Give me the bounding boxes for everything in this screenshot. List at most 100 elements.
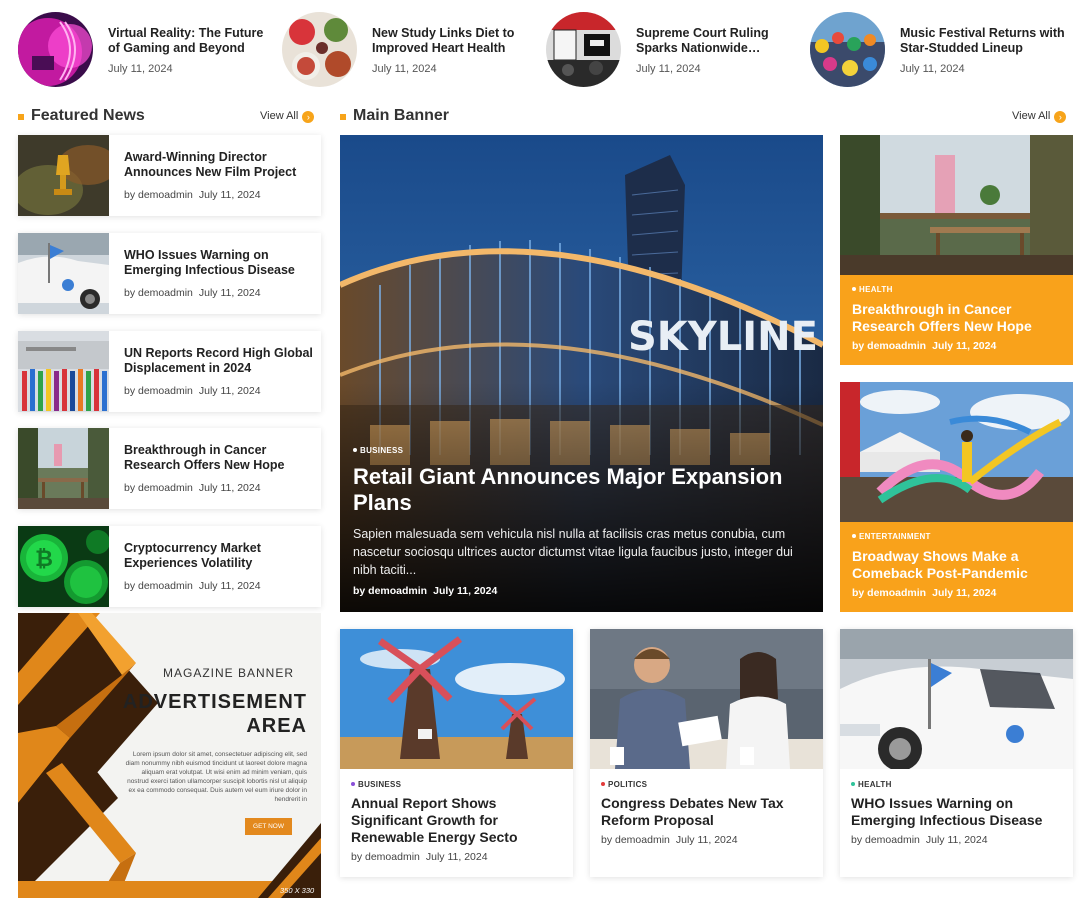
ticker-thumb-food[interactable]	[282, 12, 357, 87]
ticker-item[interactable]: New Study Links Diet to Improved Heart H…	[282, 12, 532, 88]
author[interactable]: by demoadmin	[124, 580, 193, 592]
featured-item[interactable]: UN Reports Record High Global Displaceme…	[18, 331, 321, 412]
section-title: Main Banner	[353, 107, 450, 124]
ticker-title[interactable]: New Study Links Diet to Improved Heart H…	[372, 26, 537, 56]
featured-thumb[interactable]	[18, 428, 109, 509]
news-card[interactable]: HEALTH WHO Issues Warning on Emerging In…	[840, 629, 1073, 877]
advertisement-banner[interactable]: MAGAZINE BANNER ADVERTISEMENT AREA Lorem…	[18, 613, 321, 898]
category-dot-icon	[852, 287, 856, 291]
category-label[interactable]: POLITICS	[608, 780, 647, 789]
featured-meta: by demoadmin July 11, 2024	[124, 580, 261, 592]
author[interactable]: by demoadmin	[124, 385, 193, 397]
side-card-title[interactable]: Breakthrough in Cancer Research Offers N…	[852, 301, 1064, 335]
featured-news-header: Featured News	[18, 106, 218, 128]
news-card-meta: by demoadmin July 11, 2024	[601, 834, 738, 846]
category-label[interactable]: HEALTH	[858, 780, 892, 789]
side-card-image[interactable]	[840, 135, 1073, 275]
ticker-thumb-vr[interactable]	[18, 12, 93, 87]
skyline-sign-text: SKYLINE PL	[628, 314, 823, 360]
category-dot-icon	[601, 782, 605, 786]
ticker-item[interactable]: Virtual Reality: The Future of Gaming an…	[18, 12, 268, 88]
ticker-thumb-festival[interactable]	[810, 12, 885, 87]
news-card-image[interactable]	[340, 629, 573, 769]
main-banner-card[interactable]: SKYLINE PL BUSINESS Retail Giant Announc…	[340, 135, 823, 612]
featured-title[interactable]: UN Reports Record High Global Displaceme…	[124, 346, 314, 376]
author[interactable]: by demoadmin	[124, 189, 193, 201]
featured-title[interactable]: Award-Winning Director Announces New Fil…	[124, 150, 314, 180]
date: July 11, 2024	[932, 340, 997, 352]
side-card-image[interactable]	[840, 382, 1073, 522]
author[interactable]: by demoadmin	[601, 834, 670, 846]
category-label[interactable]: BUSINESS	[358, 780, 401, 789]
category-label[interactable]: ENTERTAINMENT	[859, 532, 931, 541]
ticker-item[interactable]: Supreme Court Ruling Sparks Nationwide… …	[546, 12, 796, 88]
view-all-label[interactable]: View All	[1012, 110, 1050, 122]
category-tag[interactable]: ENTERTAINMENT	[852, 532, 931, 541]
date: July 11, 2024	[675, 834, 738, 846]
news-card[interactable]: BUSINESS Annual Report Shows Significant…	[340, 629, 573, 877]
date: July 11, 2024	[198, 580, 261, 592]
news-card[interactable]: POLITICS Congress Debates New Tax Reform…	[590, 629, 823, 877]
date: July 11, 2024	[425, 851, 488, 863]
category-tag[interactable]: HEALTH	[851, 780, 892, 789]
news-card-title[interactable]: Annual Report Shows Significant Growth f…	[351, 795, 566, 846]
featured-title[interactable]: WHO Issues Warning on Emerging Infectiou…	[124, 248, 314, 278]
ad-get-now-button[interactable]: GET NOW	[245, 818, 292, 835]
featured-thumb[interactable]	[18, 331, 109, 412]
featured-item[interactable]: ₿ Cryptocurrency Market Experiences Vola…	[18, 526, 321, 607]
side-card-title[interactable]: Broadway Shows Make a Comeback Post-Pand…	[852, 548, 1064, 582]
author[interactable]: by demoadmin	[852, 340, 926, 352]
author[interactable]: by demoadmin	[124, 287, 193, 299]
featured-title[interactable]: Breakthrough in Cancer Research Offers N…	[124, 443, 314, 473]
news-card-image[interactable]	[590, 629, 823, 769]
category-tag[interactable]: BUSINESS	[351, 780, 401, 789]
section-title: Featured News	[31, 107, 145, 124]
featured-view-all-link[interactable]: View All ›	[260, 110, 315, 126]
date: July 11, 2024	[198, 189, 261, 201]
category-label[interactable]: BUSINESS	[360, 446, 403, 455]
chevron-right-icon[interactable]: ›	[302, 111, 315, 123]
date: July 11, 2024	[925, 834, 988, 846]
main-banner-title[interactable]: Retail Giant Announces Major Expansion P…	[353, 464, 818, 516]
date: July 11, 2024	[198, 287, 261, 299]
author[interactable]: by demoadmin	[353, 585, 427, 597]
featured-thumb[interactable]	[18, 233, 109, 314]
author[interactable]: by demoadmin	[851, 834, 920, 846]
featured-thumb[interactable]: ₿	[18, 526, 109, 607]
main-banner-excerpt: Sapien malesuada sem vehicula nisl nulla…	[353, 527, 793, 577]
category-label[interactable]: HEALTH	[859, 285, 893, 294]
ticker-date: July 11, 2024	[372, 63, 437, 75]
side-card-meta: by demoadmin July 11, 2024	[852, 340, 996, 352]
side-card[interactable]: ENTERTAINMENT Broadway Shows Make a Come…	[840, 382, 1073, 612]
author[interactable]: by demoadmin	[124, 482, 193, 494]
chevron-right-icon[interactable]: ›	[1054, 111, 1067, 123]
main-banner-view-all-link[interactable]: View All ›	[1012, 110, 1067, 126]
featured-title[interactable]: Cryptocurrency Market Experiences Volati…	[124, 541, 314, 571]
news-card-title[interactable]: Congress Debates New Tax Reform Proposal	[601, 795, 816, 829]
news-card-title[interactable]: WHO Issues Warning on Emerging Infectiou…	[851, 795, 1066, 829]
side-card[interactable]: HEALTH Breakthrough in Cancer Research O…	[840, 135, 1073, 365]
ticker-thumb-protest[interactable]	[546, 12, 621, 87]
news-card-meta: by demoadmin July 11, 2024	[351, 851, 488, 863]
ticker-title[interactable]: Supreme Court Ruling Sparks Nationwide…	[636, 26, 801, 56]
category-tag[interactable]: HEALTH	[852, 285, 893, 294]
featured-item[interactable]: Breakthrough in Cancer Research Offers N…	[18, 428, 321, 509]
ticker-title[interactable]: Music Festival Returns with Star-Studded…	[900, 26, 1065, 56]
author[interactable]: by demoadmin	[351, 851, 420, 863]
side-card-meta: by demoadmin July 11, 2024	[852, 587, 996, 599]
featured-thumb[interactable]	[18, 135, 109, 216]
ticker-title[interactable]: Virtual Reality: The Future of Gaming an…	[108, 26, 273, 56]
featured-item[interactable]: Award-Winning Director Announces New Fil…	[18, 135, 321, 216]
category-tag[interactable]: POLITICS	[601, 780, 647, 789]
date: July 11, 2024	[433, 585, 498, 597]
view-all-label[interactable]: View All	[260, 110, 298, 122]
featured-item[interactable]: WHO Issues Warning on Emerging Infectiou…	[18, 233, 321, 314]
ad-kicker: MAGAZINE BANNER	[163, 666, 295, 680]
ticker-item[interactable]: Music Festival Returns with Star-Studded…	[810, 12, 1065, 88]
category-dot-icon	[353, 448, 357, 452]
ticker-date: July 11, 2024	[108, 63, 173, 75]
date: July 11, 2024	[198, 385, 261, 397]
category-tag[interactable]: BUSINESS	[353, 446, 403, 455]
author[interactable]: by demoadmin	[852, 587, 926, 599]
news-card-image[interactable]	[840, 629, 1073, 769]
